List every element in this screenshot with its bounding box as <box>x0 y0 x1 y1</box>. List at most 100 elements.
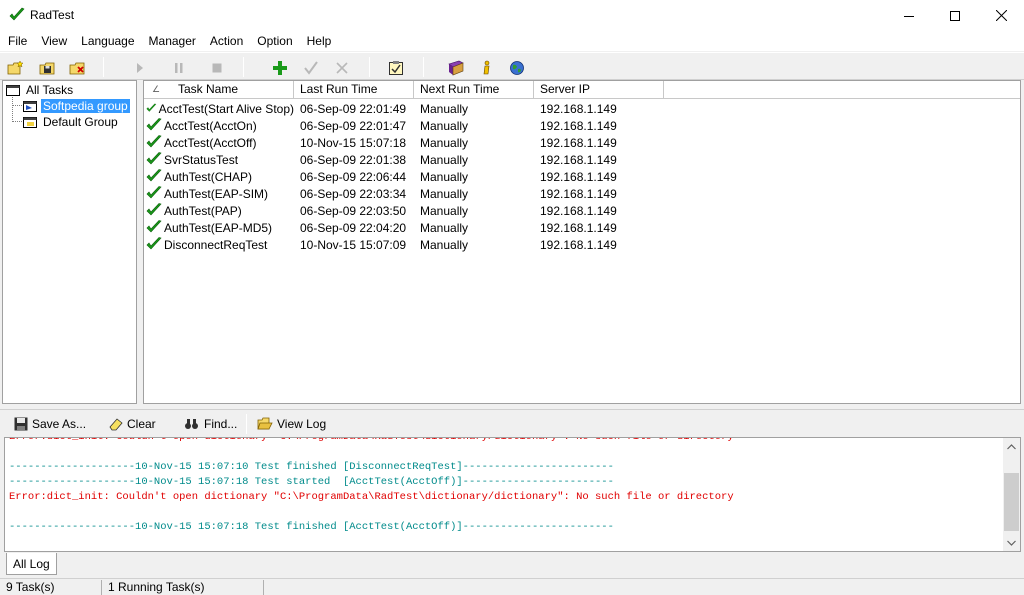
info-button[interactable] <box>476 57 498 79</box>
minimize-button[interactable] <box>886 0 932 31</box>
table-row[interactable]: AcctTest(AcctOff) 10-Nov-15 15:07:18 Manua… <box>144 134 1020 151</box>
chevron-down-icon <box>1007 540 1016 546</box>
tab-all-log[interactable]: All Log <box>6 553 57 575</box>
main-toolbar <box>0 52 1024 80</box>
task-check-icon <box>146 152 162 165</box>
log-view[interactable]: Error:dict_init: Couldn't open dictionar… <box>4 437 1021 552</box>
checklist-icon <box>389 61 403 75</box>
task-name-cell: DisconnectReqTest <box>144 237 294 252</box>
menu-option[interactable]: Option <box>250 31 299 51</box>
tree-item-default-group[interactable]: Default Group <box>23 114 120 130</box>
last-run-cell: 06-Sep-09 22:01:49 <box>300 101 407 116</box>
menu-manager[interactable]: Manager <box>142 31 203 51</box>
run-icon <box>137 63 143 73</box>
new-group-button[interactable] <box>5 57 27 79</box>
next-run-cell: Manually <box>420 101 469 116</box>
window-title: RadTest <box>30 8 75 22</box>
log-toolbar-separator <box>246 414 247 434</box>
close-icon <box>995 10 1007 21</box>
menu-action[interactable]: Action <box>203 31 250 51</box>
task-name-cell: AuthTest(EAP-MD5) <box>144 220 294 235</box>
floppy-disk-icon <box>14 417 28 431</box>
status-task-count: 9 Task(s) <box>2 580 102 595</box>
scroll-down-button[interactable] <box>1003 534 1020 551</box>
tree-item-label: Softpedia group <box>41 99 130 113</box>
view-log-button[interactable]: View Log <box>257 414 326 434</box>
table-row[interactable]: SvrStatusTest 06-Sep-09 22:01:38 Manually 1… <box>144 151 1020 168</box>
task-list-header: ∠ Task Name Last Run Time Next Run Time … <box>144 81 1020 99</box>
task-name: AuthTest(EAP-MD5) <box>164 220 273 235</box>
add-task-button[interactable] <box>269 57 291 79</box>
table-row[interactable]: AcctTest(AcctOn) 06-Sep-09 22:01:47 Manual… <box>144 117 1020 134</box>
manual-button[interactable] <box>445 57 467 79</box>
table-row[interactable]: DisconnectReqTest 10-Nov-15 15:07:09 Manua… <box>144 236 1020 253</box>
last-run-cell: 10-Nov-15 15:07:18 <box>300 135 407 150</box>
next-run-cell: Manually <box>420 135 469 150</box>
log-scrollbar[interactable] <box>1003 438 1020 551</box>
maximize-button[interactable] <box>932 0 978 31</box>
menu-file[interactable]: File <box>0 31 34 51</box>
task-check-icon <box>146 220 162 233</box>
next-run-cell: Manually <box>420 203 469 218</box>
task-name-cell: AcctTest(Start Alive Stop) <box>144 101 294 116</box>
next-run-cell: Manually <box>420 186 469 201</box>
server-ip-cell: 192.168.1.149 <box>540 220 617 235</box>
tree-connector <box>12 97 13 122</box>
toolbar-separator <box>103 57 104 77</box>
edit-task-button[interactable] <box>300 57 322 79</box>
table-row[interactable]: AuthTest(EAP-MD5) 06-Sep-09 22:04:20 Manua… <box>144 219 1020 236</box>
last-run-cell: 06-Sep-09 22:01:38 <box>300 152 407 167</box>
delete-group-button[interactable] <box>67 57 89 79</box>
column-header-server-ip[interactable]: Server IP <box>534 81 664 99</box>
run-button[interactable] <box>129 57 151 79</box>
menu-language[interactable]: Language <box>74 31 141 51</box>
scroll-thumb[interactable] <box>1004 473 1019 531</box>
column-label: Last Run Time <box>300 82 378 96</box>
task-check-icon <box>146 186 162 199</box>
table-row[interactable]: AcctTest(Start Alive Stop) 06-Sep-09 22:0… <box>144 100 1020 117</box>
server-ip-cell: 192.168.1.149 <box>540 152 617 167</box>
status-bar: 9 Task(s) 1 Running Task(s) <box>0 578 1024 595</box>
log-line: --------------------10-Nov-15 15:07:18 T… <box>9 521 614 533</box>
task-name: DisconnectReqTest <box>164 237 268 252</box>
eraser-icon <box>109 418 123 431</box>
tree-root-label: All Tasks <box>26 83 74 97</box>
delete-task-icon <box>336 62 348 74</box>
tree-item-softpedia-group[interactable]: Softpedia group <box>23 98 130 114</box>
table-row[interactable]: AuthTest(CHAP) 06-Sep-09 22:06:44 Manually… <box>144 168 1020 185</box>
save-as-button[interactable]: Save As... <box>14 414 86 434</box>
task-check-icon <box>146 203 162 216</box>
clear-button[interactable]: Clear <box>109 414 156 434</box>
log-line: --------------------10-Nov-15 15:07:10 T… <box>9 461 614 473</box>
task-list-rows: AcctTest(Start Alive Stop) 06-Sep-09 22:0… <box>144 100 1020 253</box>
task-name-cell: AuthTest(PAP) <box>144 203 294 218</box>
last-run-cell: 06-Sep-09 22:03:34 <box>300 186 407 201</box>
pause-button[interactable] <box>168 57 190 79</box>
group-tree: All Tasks Softpedia group Default Group <box>2 80 137 404</box>
tree-connector <box>13 105 22 106</box>
column-header-task-name[interactable]: ∠ Task Name <box>144 81 294 99</box>
save-group-button[interactable] <box>37 57 59 79</box>
column-header-next-run[interactable]: Next Run Time <box>414 81 534 99</box>
toolbar-separator <box>423 57 424 77</box>
stop-button[interactable] <box>206 57 228 79</box>
close-button[interactable] <box>978 0 1024 31</box>
column-header-last-run[interactable]: Last Run Time <box>294 81 414 99</box>
table-row[interactable]: AuthTest(PAP) 06-Sep-09 22:03:50 Manually 1… <box>144 202 1020 219</box>
tree-root[interactable]: All Tasks <box>6 82 75 98</box>
task-name: AuthTest(EAP-SIM) <box>164 186 269 201</box>
log-line: Error:dict_init: Couldn't open dictionar… <box>9 437 734 443</box>
scroll-up-button[interactable] <box>1003 438 1020 455</box>
web-button[interactable] <box>506 57 528 79</box>
checklist-button[interactable] <box>385 57 407 79</box>
column-label: Server IP <box>540 82 591 96</box>
find-button[interactable]: Find... <box>184 414 237 434</box>
menu-view[interactable]: View <box>34 31 74 51</box>
menu-help[interactable]: Help <box>300 31 339 51</box>
task-name: AcctTest(AcctOn) <box>164 118 257 133</box>
next-run-cell: Manually <box>420 220 469 235</box>
delete-task-button[interactable] <box>331 57 353 79</box>
table-row[interactable]: AuthTest(EAP-SIM) 06-Sep-09 22:03:34 Manua… <box>144 185 1020 202</box>
column-label: Next Run Time <box>420 82 500 96</box>
